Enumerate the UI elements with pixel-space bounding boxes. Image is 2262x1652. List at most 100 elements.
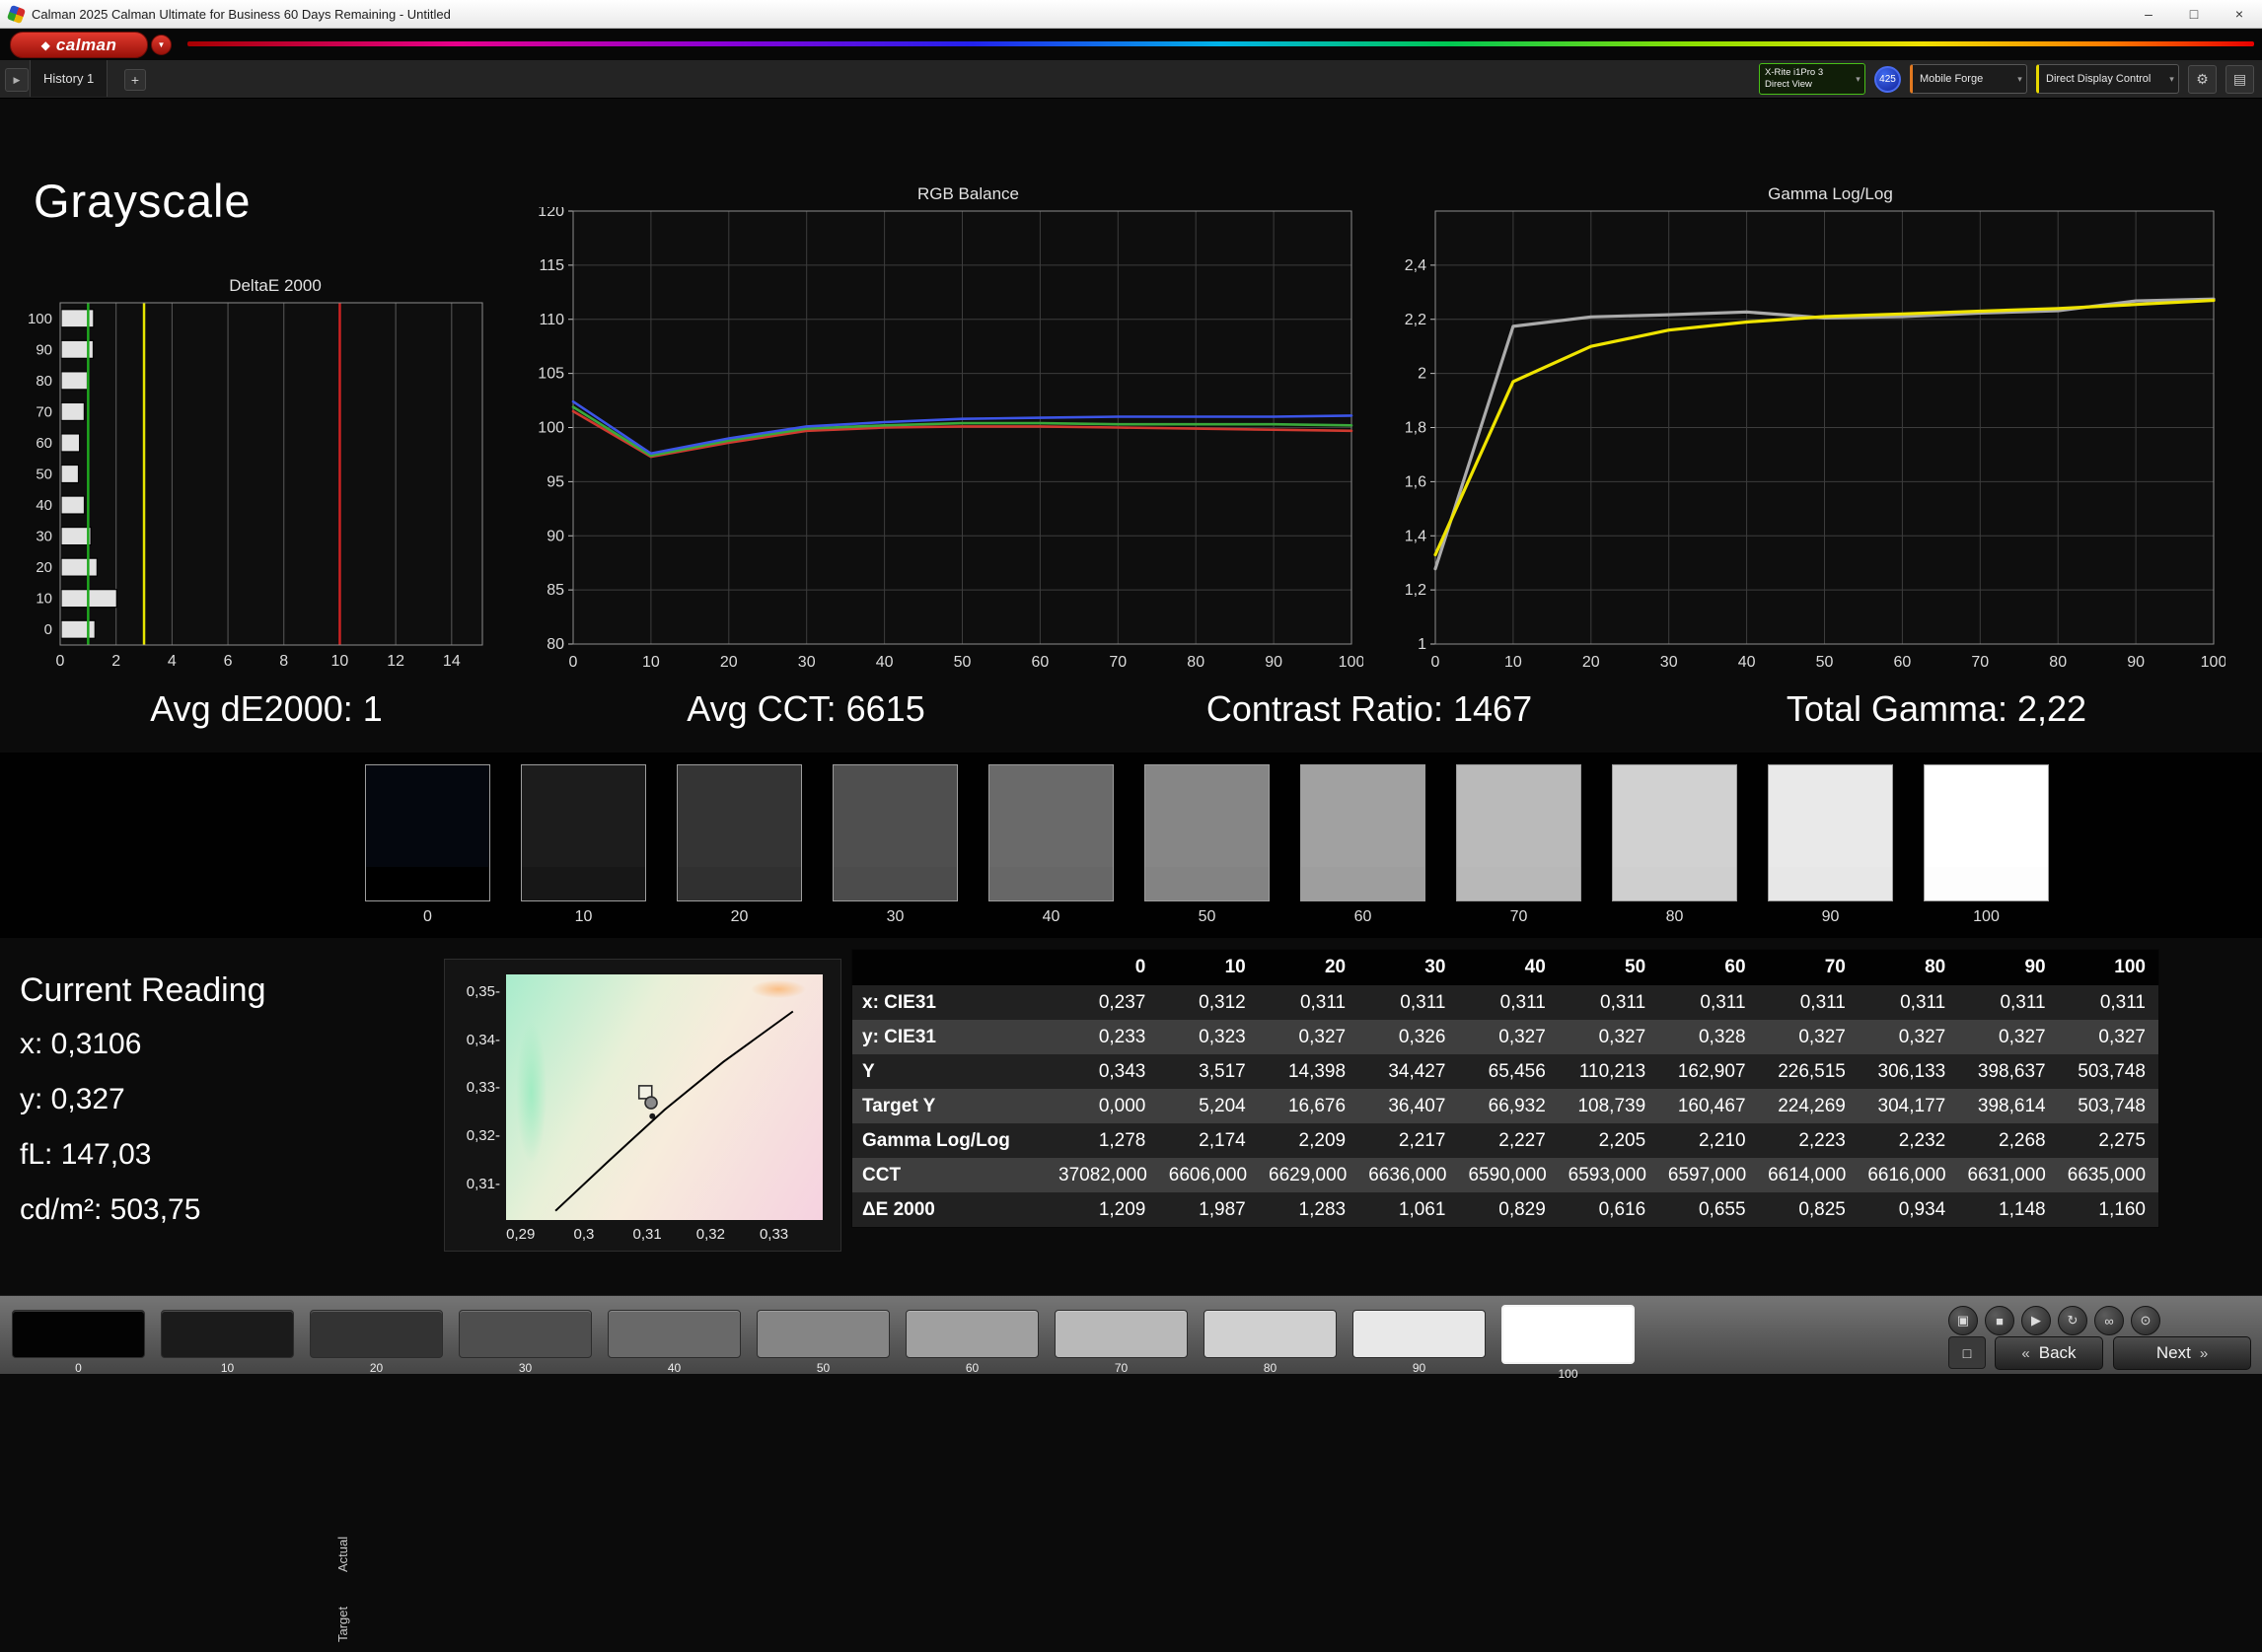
level-patch-0[interactable]: 0: [12, 1310, 145, 1375]
measure-icon: ⊙: [2141, 1313, 2152, 1329]
axis-tick-label: 105: [538, 366, 564, 383]
stop-button[interactable]: ■: [1985, 1306, 2014, 1335]
rgb-balance-chart: RGB Balance 8085909510010511011512001020…: [530, 183, 1363, 675]
table-cell: 0,311: [2059, 992, 2158, 1014]
table-col-header: 60: [1658, 957, 1758, 978]
axis-tick-label: 0: [1431, 654, 1440, 671]
layout-button[interactable]: ▤: [2226, 65, 2254, 94]
window-title: Calman 2025 Calman Ultimate for Business…: [32, 7, 451, 22]
level-patch-60[interactable]: 60: [906, 1310, 1039, 1375]
measure-button[interactable]: ⊙: [2131, 1306, 2160, 1335]
axis-tick-label: 90: [547, 528, 564, 544]
minimize-button[interactable]: –: [2126, 0, 2171, 28]
table-cell: 5,204: [1158, 1096, 1258, 1117]
swatch-level-label: 90: [1768, 908, 1893, 926]
gray-swatch-50: 50: [1144, 764, 1270, 926]
tab-history-1[interactable]: History 1: [30, 60, 108, 97]
swatch-box: [1924, 764, 2049, 901]
table-cell: 0,237: [1058, 992, 1158, 1014]
axis-tick-label: 0,32-: [447, 1127, 500, 1144]
table-cell: 398,614: [1958, 1096, 2058, 1117]
table-cell: 2,275: [2059, 1130, 2158, 1152]
level-patch-40[interactable]: 40: [608, 1310, 741, 1375]
level-patch-10[interactable]: 10: [161, 1310, 294, 1375]
axis-tick-label: 110: [539, 312, 564, 328]
main-menu-dropdown[interactable]: ▼: [151, 35, 172, 55]
table-cell: 0,328: [1658, 1027, 1758, 1048]
axis-tick-label: 85: [547, 582, 564, 599]
table-cell: 2,227: [1458, 1130, 1558, 1152]
swatch-level-label: 60: [1300, 908, 1425, 926]
swatch-actual-color: [834, 765, 957, 867]
table-cell: 1,283: [1259, 1199, 1358, 1221]
play-button[interactable]: ▶: [2021, 1306, 2051, 1335]
add-tab-button[interactable]: +: [124, 69, 146, 91]
swatch-level-label: 100: [1924, 908, 2049, 926]
close-button[interactable]: ×: [2217, 0, 2262, 28]
level-patch-50[interactable]: 50: [757, 1310, 890, 1375]
level-patch-100[interactable]: 100: [1501, 1310, 1635, 1381]
table-cell: 0,327: [1259, 1027, 1358, 1048]
axis-tick-label: 50: [36, 467, 52, 483]
maximize-button[interactable]: □: [2171, 0, 2217, 28]
de-bar-40: [61, 496, 85, 514]
window-titlebar: Calman 2025 Calman Ultimate for Business…: [0, 0, 2262, 29]
display-control-selector[interactable]: Direct Display Control ▾: [2036, 64, 2179, 94]
level-patch-90[interactable]: 90: [1352, 1310, 1486, 1375]
table-row-label: CCT: [852, 1165, 1058, 1186]
axis-tick-label: 60: [36, 435, 52, 452]
patch-level-label: 100: [1501, 1367, 1635, 1381]
axis-tick-label: 30: [1660, 654, 1678, 671]
level-patch-20[interactable]: 20: [310, 1310, 443, 1375]
display-button[interactable]: ▣: [1948, 1306, 1978, 1335]
pattern-bar: 0102030405060708090100: [0, 1295, 2262, 1374]
swatch-target-color: [522, 867, 645, 900]
level-patch-80[interactable]: 80: [1204, 1310, 1337, 1375]
gray-swatch-30: 30: [833, 764, 958, 926]
infinity-button[interactable]: ∞: [2094, 1306, 2124, 1335]
table-cell: 16,676: [1259, 1096, 1358, 1117]
axis-tick-label: 30: [36, 529, 52, 545]
axis-tick-label: 0,32: [683, 1226, 738, 1243]
de-bar-70: [61, 402, 84, 420]
axis-tick-label: 60: [1032, 654, 1050, 671]
table-cell: 0,311: [1859, 992, 1958, 1014]
axis-tick-label: 0: [56, 653, 65, 670]
gamma-plot: 11,21,41,61,822,22,401020304050607080901…: [1392, 207, 2226, 675]
gray-swatch-90: 90: [1768, 764, 1893, 926]
swatch-box: [988, 764, 1114, 901]
patch-color: [161, 1310, 294, 1358]
table-row: y: CIE310,2330,3230,3270,3260,3270,3270,…: [852, 1020, 2158, 1054]
level-patch-30[interactable]: 30: [459, 1310, 592, 1375]
rainbow-spectrum-bar: [187, 41, 2254, 46]
settings-button[interactable]: ⚙: [2188, 65, 2217, 94]
table-cell: 224,269: [1759, 1096, 1859, 1117]
table-cell: 6616,000: [1859, 1165, 1958, 1186]
back-button-label: Back: [2039, 1343, 2077, 1363]
chart-title: RGB Balance: [530, 183, 1363, 207]
reading-count-badge[interactable]: 425: [1874, 66, 1901, 93]
swatch-level-label: 40: [988, 908, 1114, 926]
source-selector[interactable]: Mobile Forge ▾: [1910, 64, 2027, 94]
pattern-mode-button[interactable]: □: [1948, 1336, 1986, 1369]
level-patch-70[interactable]: 70: [1055, 1310, 1188, 1375]
chevron-down-icon: ▾: [1852, 74, 1864, 85]
continuous-button[interactable]: ↻: [2058, 1306, 2087, 1335]
rgb-balance-plot: 8085909510010511011512001020304050607080…: [530, 207, 1363, 675]
table-cell: 0,825: [1759, 1199, 1859, 1221]
meter-selector[interactable]: X-Rite i1Pro 3 Direct View ▾: [1759, 63, 1865, 95]
axis-tick-label: 40: [36, 497, 52, 514]
axis-tick-label: 0,33-: [447, 1079, 500, 1096]
de-bar-20: [61, 558, 97, 576]
back-button[interactable]: « Back: [1995, 1336, 2103, 1370]
axis-tick-label: 20: [1582, 654, 1600, 671]
table-cell: 0,311: [1958, 992, 2058, 1014]
swatch-box: [1768, 764, 1893, 901]
calman-logo[interactable]: ◆ calman: [10, 32, 148, 58]
table-cell: 0,829: [1458, 1199, 1558, 1221]
expand-sidebar-button[interactable]: ▶: [5, 68, 29, 92]
chevron-right-icon: ▶: [14, 75, 21, 86]
next-button[interactable]: Next »: [2113, 1336, 2251, 1370]
table-cell: 1,987: [1158, 1199, 1258, 1221]
table-cell: 6631,000: [1959, 1165, 2059, 1186]
